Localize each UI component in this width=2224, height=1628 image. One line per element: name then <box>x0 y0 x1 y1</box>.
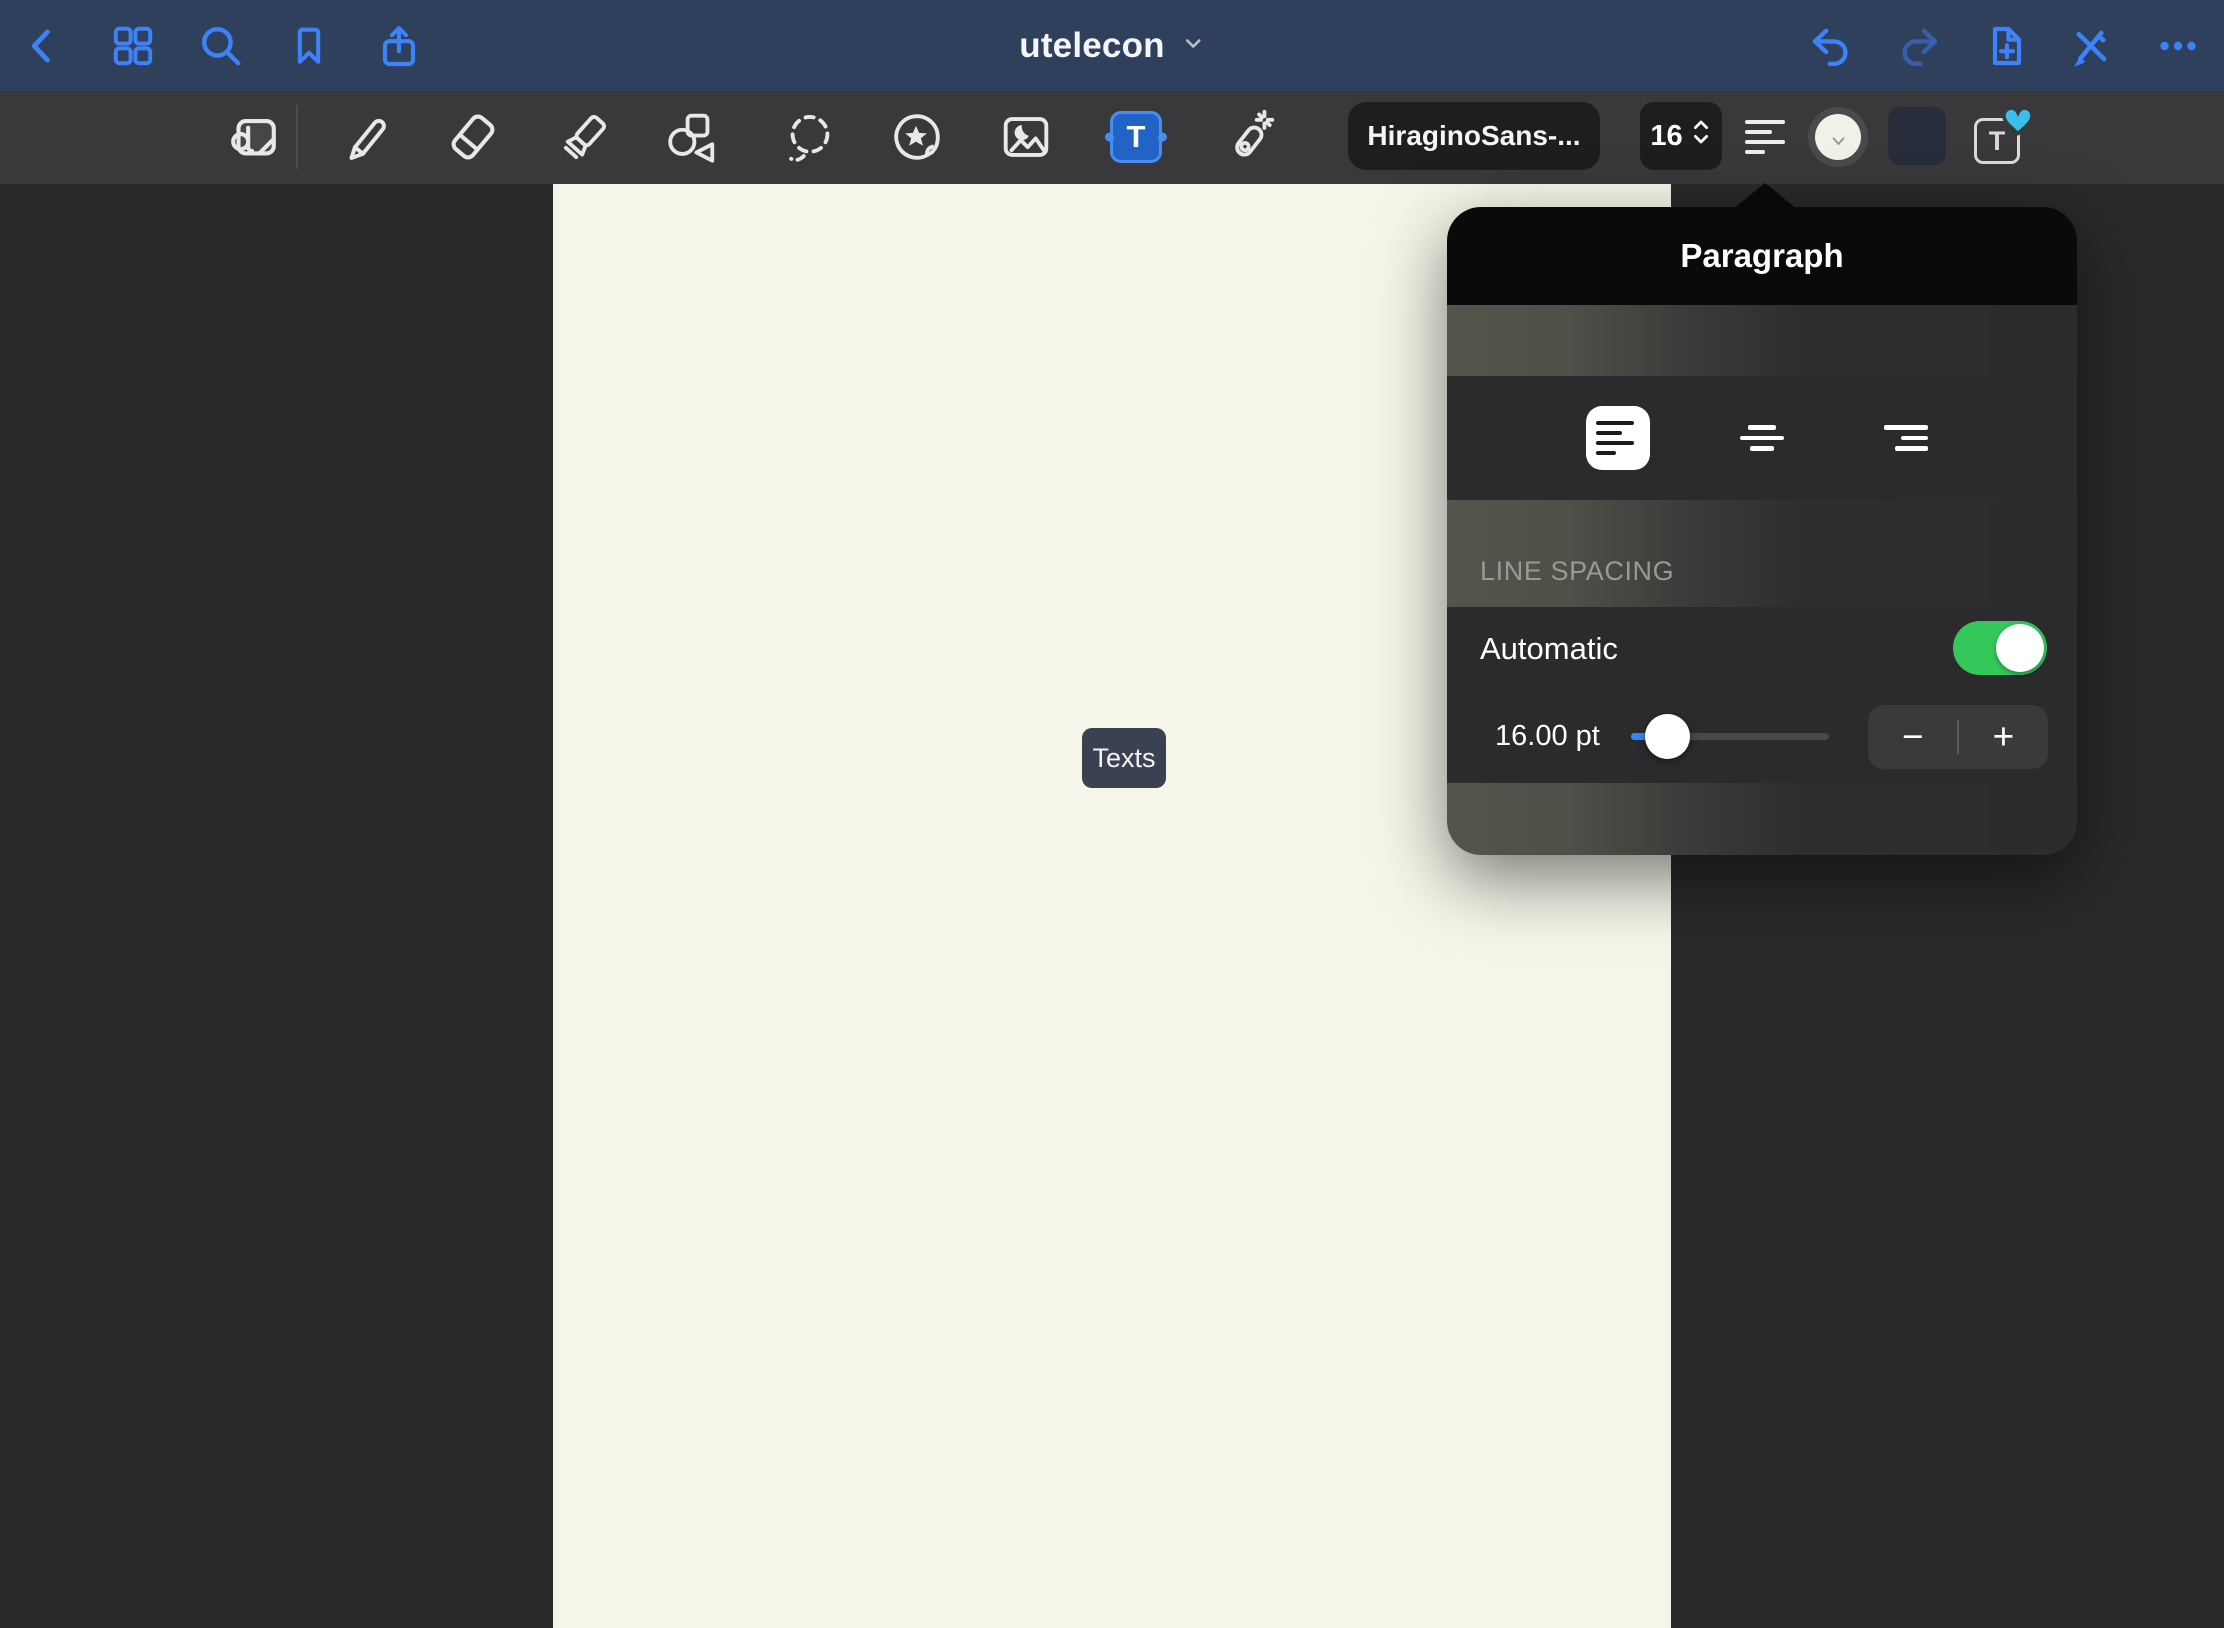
font-name-button[interactable]: HiraginoSans-... <box>1348 102 1600 170</box>
automatic-row: Automatic <box>1447 607 2077 690</box>
eraser-tool[interactable] <box>443 107 503 167</box>
share-icon <box>375 22 423 70</box>
bookmark-icon <box>287 24 331 68</box>
toggle-knob <box>1996 624 2044 672</box>
text-color-button[interactable] <box>1808 107 1868 167</box>
stylus-toggle-button[interactable] <box>2062 17 2120 75</box>
bookmark-button[interactable] <box>280 17 338 75</box>
popover-spacer-band <box>1447 305 2077 376</box>
text-tool-selected-box: T <box>1110 111 1162 163</box>
line-spacing-label: LINE SPACING <box>1480 556 1674 587</box>
align-right-icon <box>1884 425 1928 451</box>
share-button[interactable] <box>370 17 428 75</box>
image-icon <box>997 108 1055 166</box>
grid-icon <box>109 22 157 70</box>
toolbar-divider <box>296 105 298 169</box>
more-icon <box>2155 23 2201 69</box>
automatic-toggle[interactable] <box>1953 621 2047 675</box>
highlighter-tool[interactable] <box>555 107 615 167</box>
stylus-cross-icon <box>2068 23 2114 69</box>
stepper-chevrons-icon <box>1690 117 1712 155</box>
more-button[interactable] <box>2149 17 2207 75</box>
popover-bottom-band <box>1447 783 2077 855</box>
alignment-options-row <box>1447 376 2077 500</box>
align-center-icon <box>1740 425 1784 451</box>
eraser-icon <box>444 108 502 166</box>
spacing-slider-thumb[interactable] <box>1645 714 1690 759</box>
shapes-icon <box>662 108 720 166</box>
spacing-value: 16.00 pt <box>1495 690 1600 783</box>
align-left-icon <box>1745 120 1785 154</box>
selected-text-object[interactable]: Texts <box>1082 728 1166 788</box>
favorite-text-style-button[interactable]: T <box>1974 115 2024 165</box>
align-left-icon <box>1596 421 1640 456</box>
redo-button[interactable] <box>1890 17 1948 75</box>
edit-mode-tool[interactable] <box>223 107 283 167</box>
selection-handle-right <box>1158 133 1167 142</box>
shapes-tool[interactable] <box>661 107 721 167</box>
chevron-down-icon <box>1181 31 1205 60</box>
pen-tool[interactable] <box>335 107 395 167</box>
redo-icon <box>1895 22 1943 70</box>
paragraph-button[interactable] <box>1735 107 1795 167</box>
popover-arrow <box>1733 183 1797 209</box>
editing-toolbar: T HiraginoSans-... 16 T <box>0 91 2224 184</box>
back-icon <box>22 25 64 67</box>
undo-icon <box>1807 22 1855 70</box>
lasso-icon <box>781 108 839 166</box>
lasso-tool[interactable] <box>780 107 840 167</box>
document-title-menu[interactable]: utelecon <box>1019 0 1205 91</box>
paragraph-popover: Paragraph LINE SPACING Automatic 16.00 p… <box>1447 207 2077 855</box>
laser-pointer-icon <box>1219 108 1277 166</box>
add-page-icon <box>1982 22 2030 70</box>
align-center-option[interactable] <box>1730 406 1794 470</box>
sticker-star-icon <box>888 108 946 166</box>
elements-tool[interactable] <box>887 107 947 167</box>
laser-pointer-tool[interactable] <box>1218 107 1278 167</box>
font-size-stepper[interactable]: 16 <box>1640 102 1722 170</box>
selected-text-label: Texts <box>1092 743 1155 774</box>
text-tool-glyph: T <box>1127 119 1146 155</box>
spacing-stepper: − + <box>1868 705 2048 769</box>
add-page-button[interactable] <box>1977 17 2035 75</box>
font-size-value: 16 <box>1650 120 1682 153</box>
decrease-spacing-button[interactable]: − <box>1868 705 1957 769</box>
heart-icon <box>2000 103 2036 142</box>
align-left-option[interactable] <box>1586 406 1650 470</box>
back-button[interactable] <box>14 17 72 75</box>
search-icon <box>197 22 245 70</box>
popover-title: Paragraph <box>1680 237 1843 275</box>
popover-header: Paragraph <box>1447 207 2077 305</box>
page-title: utelecon <box>1019 26 1165 66</box>
text-color-swatch <box>1815 114 1861 160</box>
search-button[interactable] <box>192 17 250 75</box>
align-right-option[interactable] <box>1874 406 1938 470</box>
page-overview-button[interactable] <box>104 17 162 75</box>
text-tool[interactable]: T <box>1106 107 1166 167</box>
chevron-down-icon <box>1831 136 1846 160</box>
selection-handle-left <box>1105 133 1114 142</box>
increase-spacing-button[interactable]: + <box>1959 705 2048 769</box>
line-spacing-section-band: LINE SPACING <box>1447 500 2077 607</box>
inactive-color-swatch[interactable] <box>1888 107 1946 165</box>
font-name-label: HiraginoSans-... <box>1367 120 1580 152</box>
automatic-label: Automatic <box>1480 631 1618 667</box>
top-navigation-bar: utelecon <box>0 0 2224 91</box>
edit-mode-icon <box>224 108 282 166</box>
undo-button[interactable] <box>1802 17 1860 75</box>
pen-icon <box>337 109 393 165</box>
line-spacing-slider-row: 16.00 pt − + <box>1447 690 2077 783</box>
image-tool[interactable] <box>996 107 1056 167</box>
highlighter-icon <box>556 108 614 166</box>
